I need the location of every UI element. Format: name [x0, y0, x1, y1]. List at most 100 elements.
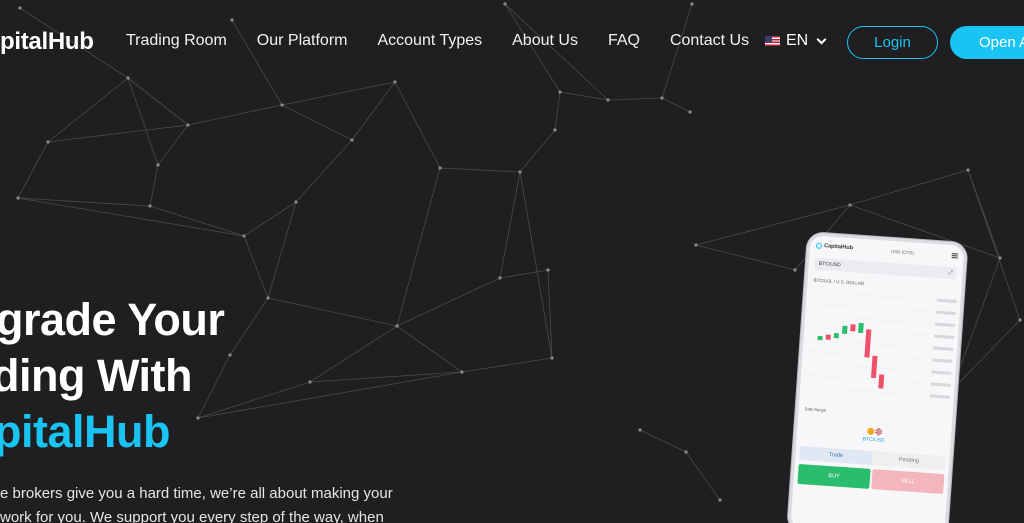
- language-selector[interactable]: EN: [765, 32, 827, 50]
- network-node: [998, 256, 1002, 260]
- phone-currency: USD (CFD): [890, 248, 915, 255]
- phone-chart-tick: [935, 310, 956, 315]
- network-line: [849, 169, 969, 206]
- phone-candle: [878, 374, 885, 389]
- nav-faq[interactable]: FAQ: [608, 32, 640, 50]
- network-node: [553, 128, 557, 132]
- phone-chart-tick: [929, 394, 950, 399]
- phone-buy-button[interactable]: BUY: [797, 463, 871, 489]
- phone-chart-gridline: [807, 363, 926, 372]
- phone-candle: [825, 334, 831, 340]
- network-line: [396, 325, 463, 373]
- phone-chart-tick: [934, 322, 955, 327]
- nav-trading-room[interactable]: Trading Room: [126, 32, 227, 50]
- network-node: [228, 353, 232, 357]
- network-line: [127, 77, 159, 166]
- header: pitalHub Trading Room Our Platform Accou…: [0, 0, 1024, 84]
- phone-tab-trade[interactable]: Trade: [799, 445, 873, 466]
- phone-chart-tick: [931, 370, 952, 375]
- network-line: [967, 169, 1021, 321]
- phone-chart-tick: [933, 346, 954, 351]
- network-node: [688, 110, 692, 114]
- network-line: [281, 104, 353, 141]
- network-line: [396, 277, 501, 327]
- network-line: [229, 297, 269, 356]
- hero-section: grade Your ding With pitalHub e brokers …: [0, 292, 393, 523]
- network-node: [242, 234, 246, 238]
- network-line: [639, 429, 687, 453]
- network-node: [46, 140, 50, 144]
- phone-chart-gridline: [812, 291, 931, 300]
- network-line: [149, 205, 245, 237]
- network-node: [186, 123, 190, 127]
- network-line: [461, 357, 553, 373]
- network-line: [519, 129, 556, 173]
- phone-chart-tick: [936, 298, 957, 304]
- network-line: [187, 104, 283, 126]
- network-node: [266, 296, 270, 300]
- phone-sell-button[interactable]: SELL: [871, 469, 945, 495]
- phone-candle: [858, 322, 864, 334]
- hero-title: grade Your ding With pitalHub: [0, 292, 225, 460]
- network-node: [518, 170, 522, 174]
- phone-chart-gridline: [806, 387, 924, 396]
- network-node: [148, 204, 152, 208]
- network-line: [243, 201, 297, 237]
- network-node: [460, 370, 464, 374]
- network-node: [294, 200, 298, 204]
- phone-candle: [817, 335, 823, 341]
- phone-pair-label: BTC/USD: [818, 260, 841, 269]
- network-line: [127, 77, 189, 126]
- network-line: [661, 97, 691, 113]
- phone-chart-gridline: [811, 315, 929, 324]
- phone-coin-pair-label: BTC/USD: [862, 436, 885, 444]
- network-node: [546, 268, 550, 272]
- nav-about-us[interactable]: About Us: [512, 32, 578, 50]
- hero-title-line3: pitalHub: [0, 406, 170, 457]
- hero-title-line1: grade Your: [0, 294, 225, 345]
- phone-chart-gridline: [806, 375, 925, 384]
- network-line: [243, 235, 269, 299]
- phone-chart-tick: [930, 382, 951, 387]
- phone-candle: [841, 325, 848, 334]
- nav-contact-us[interactable]: Contact Us: [670, 32, 749, 50]
- phone-chart-label: BTC/USL / U.S. DOLLAR: [813, 278, 865, 287]
- network-node: [16, 196, 20, 200]
- main-nav: Trading Room Our Platform Account Types …: [126, 32, 779, 50]
- language-label: EN: [786, 32, 809, 49]
- phone-sell-label: SELL: [900, 478, 915, 486]
- phone-tab-pending[interactable]: Pending: [871, 451, 946, 471]
- network-node: [395, 324, 399, 328]
- network-node: [350, 138, 354, 142]
- phone-logo: CapitalHub: [815, 242, 854, 252]
- phone-candle: [833, 333, 840, 339]
- hamburger-menu-icon: [951, 252, 958, 258]
- network-line: [499, 269, 549, 279]
- network-node: [606, 98, 610, 102]
- phone-candlestick-chart: BTC/USL / U.S. DOLLAR: [803, 273, 958, 413]
- phone-logo-text: CapitalHub: [823, 243, 854, 252]
- phone-chart-tick: [932, 358, 953, 363]
- phone-chart-svg: BTC/USL / U.S. DOLLAR: [806, 278, 957, 399]
- nav-account-types[interactable]: Account Types: [377, 32, 482, 50]
- phone-candle: [850, 324, 856, 332]
- brand-logo[interactable]: pitalHub: [0, 28, 94, 56]
- network-line: [554, 91, 561, 131]
- network-line: [267, 297, 398, 327]
- phone-screen: CapitalHub USD (CFD) BTC/USD ⤢ BTC/USL /…: [787, 232, 968, 523]
- network-line: [439, 167, 521, 173]
- us-flag-icon: [765, 36, 780, 46]
- network-line: [17, 141, 49, 199]
- network-line: [685, 451, 721, 501]
- login-button[interactable]: Login: [847, 26, 938, 59]
- network-line: [47, 124, 189, 143]
- phone-candle: [864, 329, 872, 358]
- chevron-down-icon: [816, 34, 827, 44]
- network-line: [499, 171, 521, 279]
- expand-icon: ⤢: [948, 269, 953, 277]
- nav-our-platform[interactable]: Our Platform: [257, 32, 348, 50]
- open-account-button[interactable]: Open A: [950, 26, 1024, 59]
- network-node: [438, 166, 442, 170]
- network-node: [1018, 318, 1022, 322]
- network-line: [47, 77, 129, 143]
